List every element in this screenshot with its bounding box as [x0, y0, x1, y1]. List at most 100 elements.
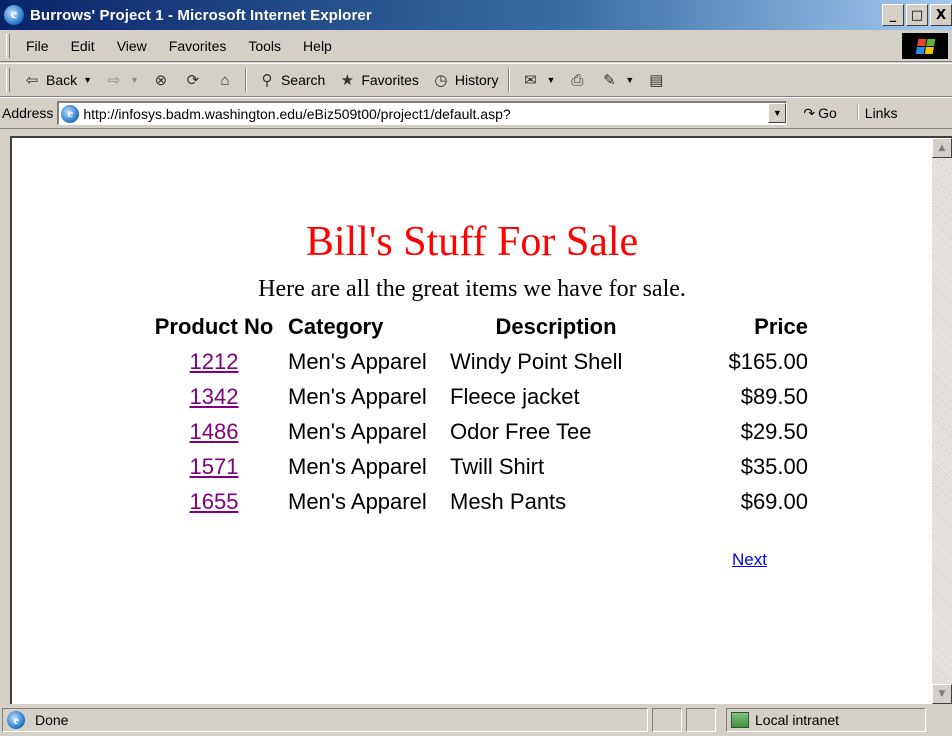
stop-button[interactable]: ⊗ — [145, 66, 177, 94]
price-cell: $69.00 — [740, 488, 808, 514]
back-label: Back — [46, 72, 78, 88]
column-header-description: Description — [495, 314, 617, 339]
history-icon: ◷ — [434, 72, 448, 89]
discuss-icon: ▤ — [649, 72, 664, 89]
price-cell: $165.00 — [728, 348, 808, 374]
scroll-up-button[interactable]: ▲ — [932, 138, 952, 158]
history-button[interactable]: ◷ History — [425, 66, 505, 94]
price-cell: $89.50 — [740, 383, 808, 409]
chevron-down-icon[interactable]: ▼ — [83, 75, 92, 85]
edit-button[interactable]: ✎ ▼ — [593, 66, 640, 94]
next-link[interactable]: Next — [732, 550, 767, 570]
products-table: Product No Category Description Price 12… — [144, 310, 812, 519]
go-button[interactable]: ↷ Go — [803, 105, 836, 122]
zone-label: Local intranet — [755, 712, 840, 728]
windows-logo-icon — [902, 33, 948, 59]
links-button[interactable]: Links — [856, 105, 897, 121]
description-cell: Mesh Pants — [450, 488, 567, 514]
chevron-down-icon[interactable]: ▼ — [625, 75, 634, 85]
table-row: 1486 Men's Apparel Odor Free Tee $29.50 — [144, 414, 812, 449]
table-header-row: Product No Category Description Price — [144, 310, 812, 344]
price-cell: $35.00 — [740, 453, 808, 479]
toolbar-grip[interactable] — [6, 68, 10, 92]
status-pane — [686, 708, 716, 732]
table-row: 1571 Men's Apparel Twill Shirt $35.00 — [144, 449, 812, 484]
standard-toolbar: ⇦ Back ▼ ⇨ ▼ ⊗ ⟳ ⌂ ⚲ Search ★ Favorites … — [0, 63, 952, 97]
print-icon: ⎙ — [571, 71, 584, 89]
address-label: Address — [2, 105, 54, 121]
category-cell: Men's Apparel — [288, 418, 427, 444]
menu-edit[interactable]: Edit — [61, 38, 107, 54]
back-arrow-icon: ⇦ — [25, 72, 39, 89]
menu-tools[interactable]: Tools — [238, 38, 293, 54]
search-button[interactable]: ⚲ Search — [251, 66, 331, 94]
forward-arrow-icon: ⇨ — [107, 72, 121, 89]
page-viewport[interactable]: Bill's Stuff For Sale Here are all the g… — [10, 136, 952, 704]
menu-bar: File Edit View Favorites Tools Help — [0, 30, 952, 62]
print-button[interactable]: ⎙ — [561, 66, 593, 94]
refresh-button[interactable]: ⟳ — [177, 66, 209, 94]
toolbar-separator — [244, 68, 247, 92]
column-header-product-no: Product No — [154, 314, 274, 339]
forward-button[interactable]: ⇨ ▼ — [98, 66, 145, 94]
address-url[interactable]: http://infosys.badm.washington.edu/eBiz5… — [83, 106, 510, 122]
intranet-zone-icon — [731, 712, 749, 728]
mail-icon: ✉ — [524, 72, 537, 89]
product-link[interactable]: 1486 — [190, 419, 239, 444]
table-row: 1342 Men's Apparel Fleece jacket $89.50 — [144, 379, 812, 414]
stop-icon: ⊗ — [154, 72, 168, 89]
go-arrow-icon: ↷ — [803, 104, 816, 121]
product-link[interactable]: 1212 — [190, 349, 239, 374]
status-pane — [652, 708, 682, 732]
status-text: Done — [35, 712, 69, 728]
ie-logo-icon: e — [4, 5, 24, 25]
menu-view[interactable]: View — [107, 38, 159, 54]
edit-icon: ✎ — [603, 72, 616, 89]
home-icon: ⌂ — [220, 71, 230, 89]
address-input[interactable]: e http://infosys.badm.washington.edu/eBi… — [57, 101, 788, 125]
go-label: Go — [818, 105, 837, 121]
category-cell: Men's Apparel — [288, 348, 427, 374]
title-bar: e Burrows' Project 1 - Microsoft Interne… — [0, 0, 952, 30]
page-title: Bill's Stuff For Sale — [305, 219, 639, 265]
back-button[interactable]: ⇦ Back ▼ — [16, 66, 98, 94]
page-done-icon: e — [7, 711, 25, 729]
column-header-category: Category — [288, 314, 384, 339]
category-cell: Men's Apparel — [288, 453, 427, 479]
toolbar-grip[interactable] — [6, 33, 10, 58]
favorites-button[interactable]: ★ Favorites — [331, 66, 425, 94]
menu-help[interactable]: Help — [293, 38, 344, 54]
menu-favorites[interactable]: Favorites — [159, 38, 239, 54]
mail-button[interactable]: ✉ ▼ — [514, 66, 561, 94]
favorites-label: Favorites — [361, 72, 419, 88]
product-link[interactable]: 1342 — [190, 384, 239, 409]
scroll-down-button[interactable]: ▼ — [932, 684, 952, 704]
column-header-price: Price — [754, 314, 808, 339]
window-controls: _ □ X — [882, 4, 952, 26]
discuss-button[interactable]: ▤ — [640, 66, 672, 94]
maximize-button[interactable]: □ — [906, 4, 928, 26]
category-cell: Men's Apparel — [288, 488, 427, 514]
chevron-down-icon[interactable]: ▼ — [546, 75, 555, 85]
search-icon: ⚲ — [261, 72, 273, 89]
product-link[interactable]: 1571 — [190, 454, 239, 479]
product-link[interactable]: 1655 — [190, 489, 239, 514]
search-label: Search — [280, 72, 326, 88]
refresh-icon: ⟳ — [186, 72, 200, 89]
menu-file[interactable]: File — [16, 38, 61, 54]
table-row: 1212 Men's Apparel Windy Point Shell $16… — [144, 344, 812, 379]
address-dropdown-icon[interactable]: ▼ — [768, 103, 787, 123]
description-cell: Windy Point Shell — [450, 348, 623, 374]
vertical-scrollbar[interactable]: ▲ ▼ — [932, 138, 952, 704]
price-cell: $29.50 — [740, 418, 808, 444]
close-button[interactable]: X — [930, 4, 952, 26]
page-icon: e — [61, 104, 80, 123]
minimize-button[interactable]: _ — [882, 4, 904, 26]
toolbar-separator — [508, 68, 511, 92]
favorites-icon: ★ — [340, 72, 355, 89]
home-button[interactable]: ⌂ — [209, 66, 241, 94]
description-cell: Twill Shirt — [450, 453, 545, 479]
category-cell: Men's Apparel — [288, 383, 427, 409]
description-cell: Odor Free Tee — [450, 418, 592, 444]
chevron-down-icon[interactable]: ▼ — [130, 75, 139, 85]
